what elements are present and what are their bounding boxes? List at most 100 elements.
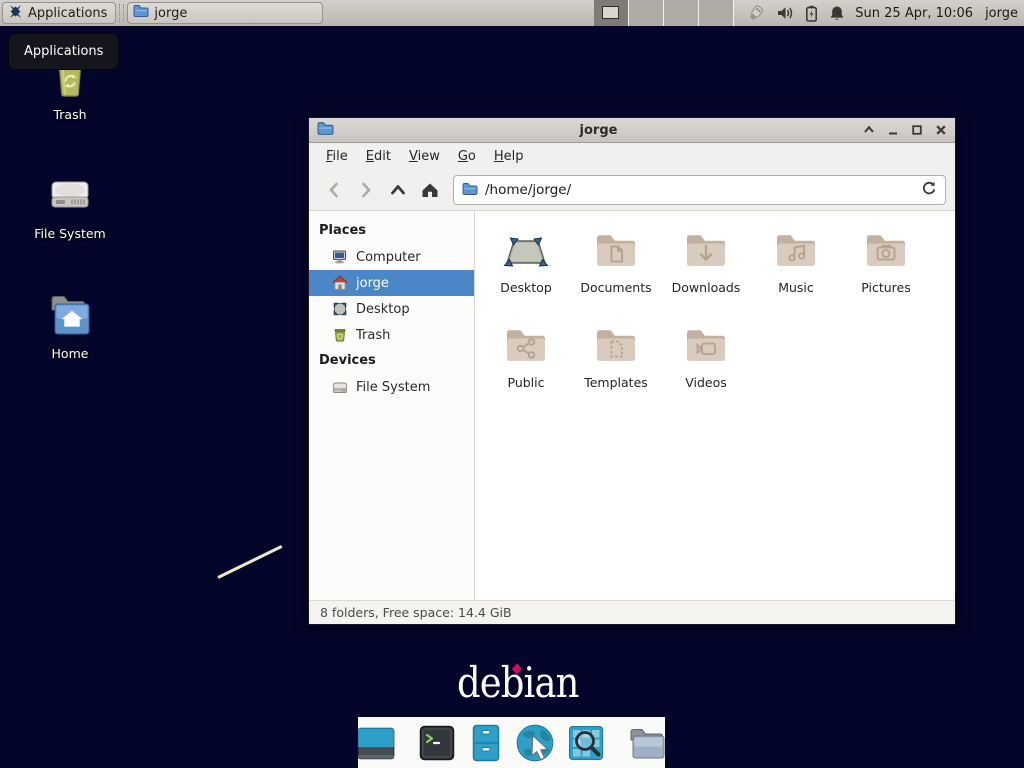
file-item-documents[interactable]: Documents: [573, 223, 659, 318]
battery-icon[interactable]: [805, 5, 818, 22]
sidebar-item-desktop[interactable]: Desktop: [309, 296, 474, 322]
desktop: Applications jorge: [0, 0, 1024, 768]
documents-folder-icon: [592, 225, 640, 273]
file-item-desktop[interactable]: Desktop: [483, 223, 569, 318]
forward-button[interactable]: [350, 175, 382, 205]
public-folder-icon: [502, 320, 550, 368]
window-body: Places Computer jorge Desktop Trash: [309, 211, 955, 600]
menu-go[interactable]: Go: [449, 145, 485, 168]
panel-clock[interactable]: Sun 25 Apr, 10:06: [855, 6, 973, 21]
top-panel: Applications jorge: [0, 0, 1024, 26]
panel-handle[interactable]: [119, 4, 124, 22]
toolbar: /home/jorge/: [309, 170, 955, 211]
window-folder-icon: [317, 121, 334, 140]
file-grid: Desktop Documents Do: [475, 211, 955, 600]
file-label: Public: [508, 375, 545, 390]
up-icon: [389, 182, 407, 198]
notifications-bell-icon[interactable]: [829, 5, 845, 22]
bottom-dock: [358, 717, 665, 768]
computer-icon: [332, 249, 348, 265]
close-button[interactable]: [935, 124, 947, 136]
reload-icon: [921, 180, 937, 196]
sidebar-item-label: Trash: [356, 328, 390, 343]
workspace-4[interactable]: [699, 0, 734, 26]
menubar: File Edit View Go Help: [309, 143, 955, 170]
music-folder-icon: [772, 225, 820, 273]
desktop-icon-home[interactable]: Home: [25, 290, 115, 361]
web-browser-launcher[interactable]: [514, 721, 558, 765]
workspace-3[interactable]: [664, 0, 699, 26]
sidebar-header-devices: Devices: [309, 348, 474, 374]
location-folder-icon: [462, 181, 478, 200]
window-titlebar[interactable]: jorge: [309, 118, 955, 143]
menu-help[interactable]: Help: [485, 145, 533, 168]
workspace-1[interactable]: [594, 0, 629, 26]
statusbar: 8 folders, Free space: 14.4 GiB: [309, 600, 955, 624]
file-item-videos[interactable]: Videos: [663, 318, 749, 413]
file-label: Documents: [580, 280, 651, 295]
harddrive-icon: [332, 379, 348, 395]
home-button[interactable]: [414, 175, 446, 205]
file-label: Videos: [685, 375, 727, 390]
terminal-launcher[interactable]: [416, 721, 458, 765]
applications-menu-button[interactable]: Applications: [2, 2, 116, 24]
taskbar-window-label: jorge: [154, 6, 187, 21]
desktop-icon-label: Home: [52, 346, 89, 361]
sidebar-header-places: Places: [309, 218, 474, 244]
volume-icon[interactable]: [777, 5, 794, 21]
file-label: Templates: [584, 375, 648, 390]
workspace-2[interactable]: [629, 0, 664, 26]
up-button[interactable]: [382, 175, 414, 205]
menu-view[interactable]: View: [400, 145, 449, 168]
workspace-window-preview: [602, 6, 619, 19]
desktop-settings-icon: [354, 721, 398, 765]
location-path[interactable]: /home/jorge/: [485, 182, 914, 198]
maximize-button[interactable]: [911, 124, 923, 136]
file-label: Desktop: [500, 280, 552, 295]
videos-folder-icon: [682, 320, 730, 368]
desktop-settings-launcher[interactable]: [354, 721, 398, 765]
menu-file[interactable]: File: [317, 145, 357, 168]
file-item-templates[interactable]: Templates: [573, 318, 659, 413]
applications-tooltip: Applications: [8, 33, 119, 70]
xfce-applications-icon: [8, 4, 23, 23]
back-button[interactable]: [318, 175, 350, 205]
shade-button[interactable]: [863, 124, 875, 136]
home-icon: [420, 181, 440, 199]
desktop-icon-file-system[interactable]: File System: [25, 170, 115, 241]
back-icon: [326, 181, 342, 199]
file-item-pictures[interactable]: Pictures: [843, 223, 929, 318]
file-label: Pictures: [861, 280, 911, 295]
file-item-downloads[interactable]: Downloads: [663, 223, 749, 318]
sidebar-item-jorge[interactable]: jorge: [309, 270, 474, 296]
file-cabinet-icon: [465, 722, 507, 764]
trash-icon: [332, 327, 348, 343]
sidebar-item-trash[interactable]: Trash: [309, 322, 474, 348]
sidebar: Places Computer jorge Desktop Trash: [309, 211, 475, 600]
location-bar[interactable]: /home/jorge/: [453, 175, 946, 205]
window-title: jorge: [334, 123, 863, 138]
panel-username[interactable]: jorge: [985, 6, 1018, 21]
file-label: Downloads: [672, 280, 741, 295]
pictures-folder-icon: [862, 225, 910, 273]
desktop-folder-icon: [500, 225, 552, 273]
sidebar-item-label: File System: [356, 380, 430, 395]
sidebar-item-file-system[interactable]: File System: [309, 374, 474, 400]
minimize-button[interactable]: [887, 124, 899, 136]
desktop-icon-label: Trash: [53, 107, 86, 122]
file-cabinet-launcher[interactable]: [465, 721, 507, 765]
removable-media-icon[interactable]: [746, 5, 766, 22]
app-finder-launcher[interactable]: [565, 721, 607, 765]
desktop-icon-label: File System: [34, 226, 106, 241]
menu-edit[interactable]: Edit: [357, 145, 400, 168]
sidebar-item-label: Computer: [356, 250, 421, 265]
harddrive-icon: [45, 170, 95, 220]
sidebar-item-computer[interactable]: Computer: [309, 244, 474, 270]
reload-button[interactable]: [921, 180, 937, 200]
file-manager-launcher[interactable]: [625, 721, 669, 765]
downloads-folder-icon: [682, 225, 730, 273]
file-item-music[interactable]: Music: [753, 223, 839, 318]
taskbar-window-button[interactable]: jorge: [127, 2, 323, 24]
desktop-icon: [332, 301, 348, 317]
file-item-public[interactable]: Public: [483, 318, 569, 413]
